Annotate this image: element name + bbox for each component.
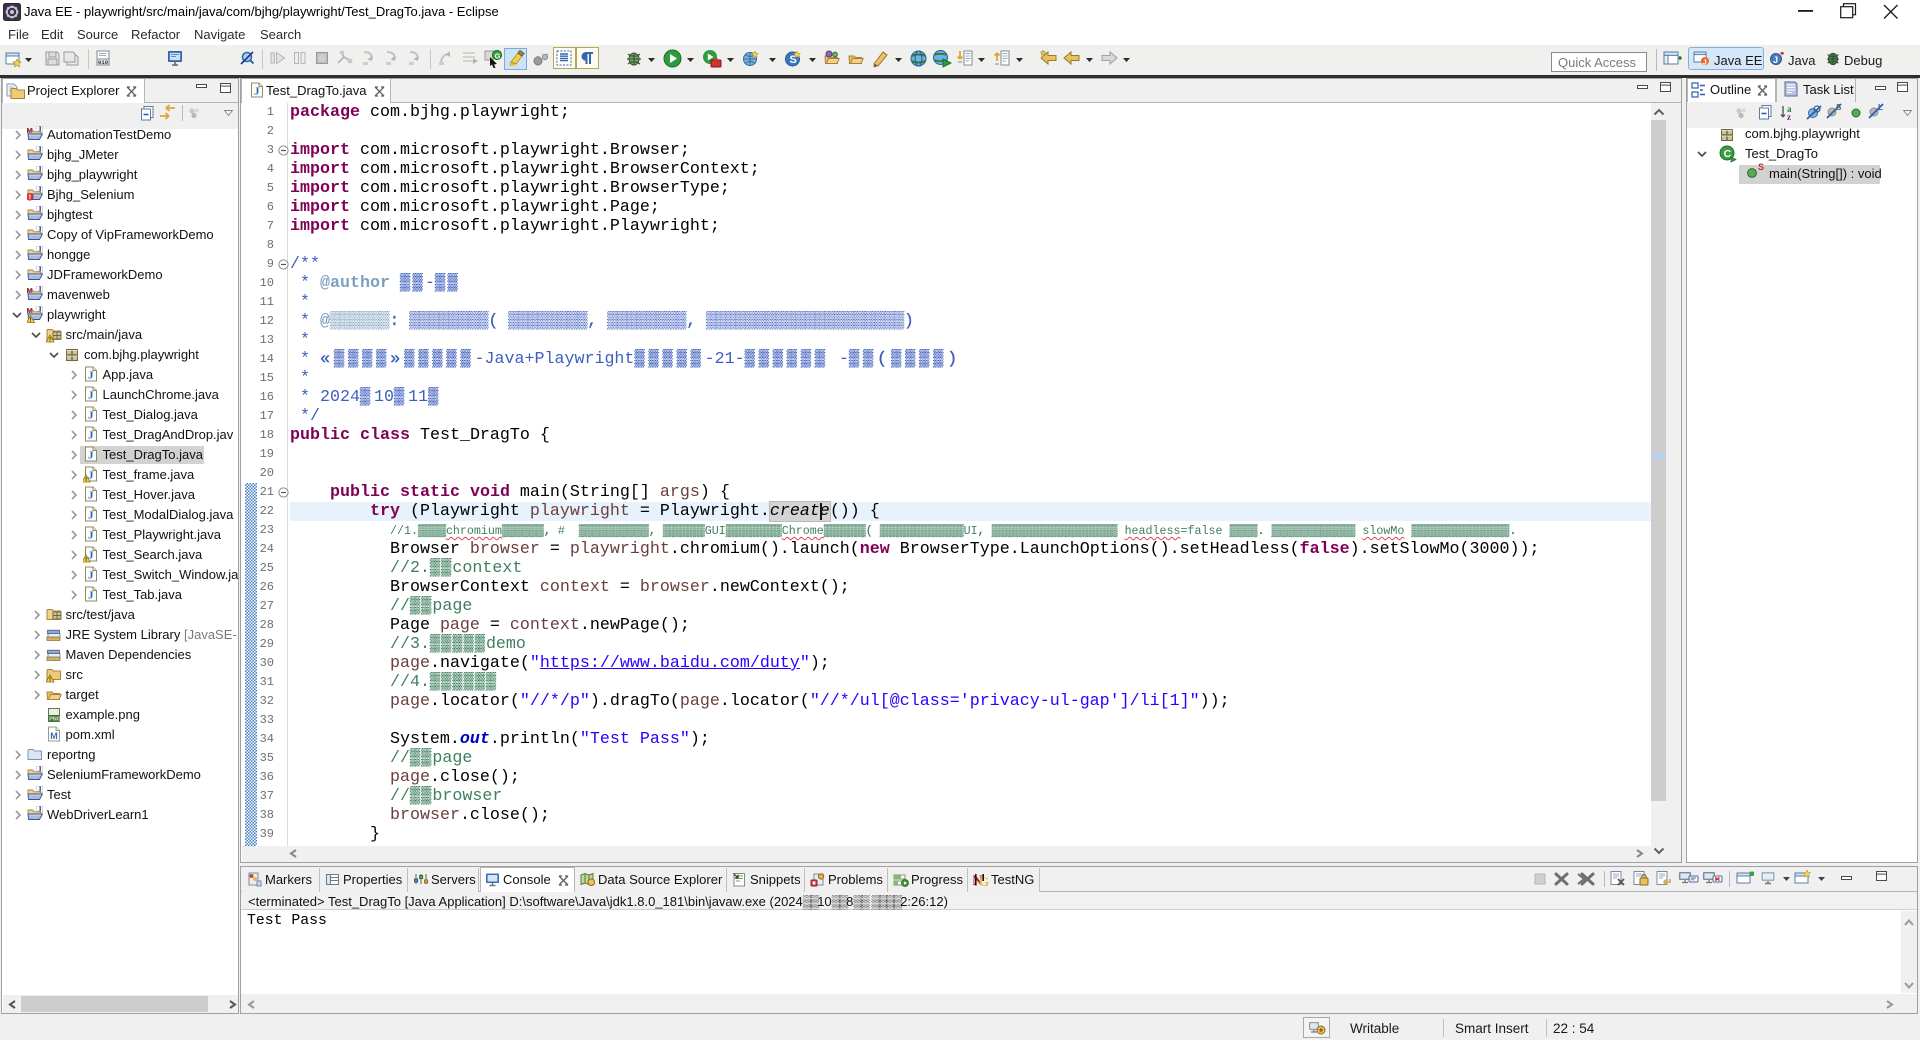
svg-text:J: J xyxy=(88,510,94,522)
svg-text:S: S xyxy=(1836,103,1842,112)
svg-text:010: 010 xyxy=(98,59,109,66)
svg-text:PNG: PNG xyxy=(49,717,61,723)
svg-text:J: J xyxy=(88,390,94,402)
svg-text:J: J xyxy=(88,430,94,442)
svg-text:J: J xyxy=(254,86,260,98)
svg-text:J: J xyxy=(1773,55,1778,65)
svg-text:M: M xyxy=(50,731,58,741)
svg-text:J: J xyxy=(88,410,94,422)
svg-text:M: M xyxy=(27,126,33,135)
svg-text:J: J xyxy=(88,570,94,582)
svg-text:J: J xyxy=(88,450,94,462)
svg-text:L: L xyxy=(1878,103,1883,112)
svg-text:J: J xyxy=(1703,57,1707,66)
svg-text:z: z xyxy=(1787,112,1791,121)
svg-text:G: G xyxy=(495,51,501,60)
svg-text:J: J xyxy=(88,530,94,542)
svg-text:C: C xyxy=(1724,148,1732,160)
svg-text:J: J xyxy=(88,370,94,382)
svg-text:M: M xyxy=(27,286,33,295)
svg-text:J: J xyxy=(88,490,94,502)
svg-text:J: J xyxy=(88,590,94,602)
svg-text:M: M xyxy=(27,306,33,315)
